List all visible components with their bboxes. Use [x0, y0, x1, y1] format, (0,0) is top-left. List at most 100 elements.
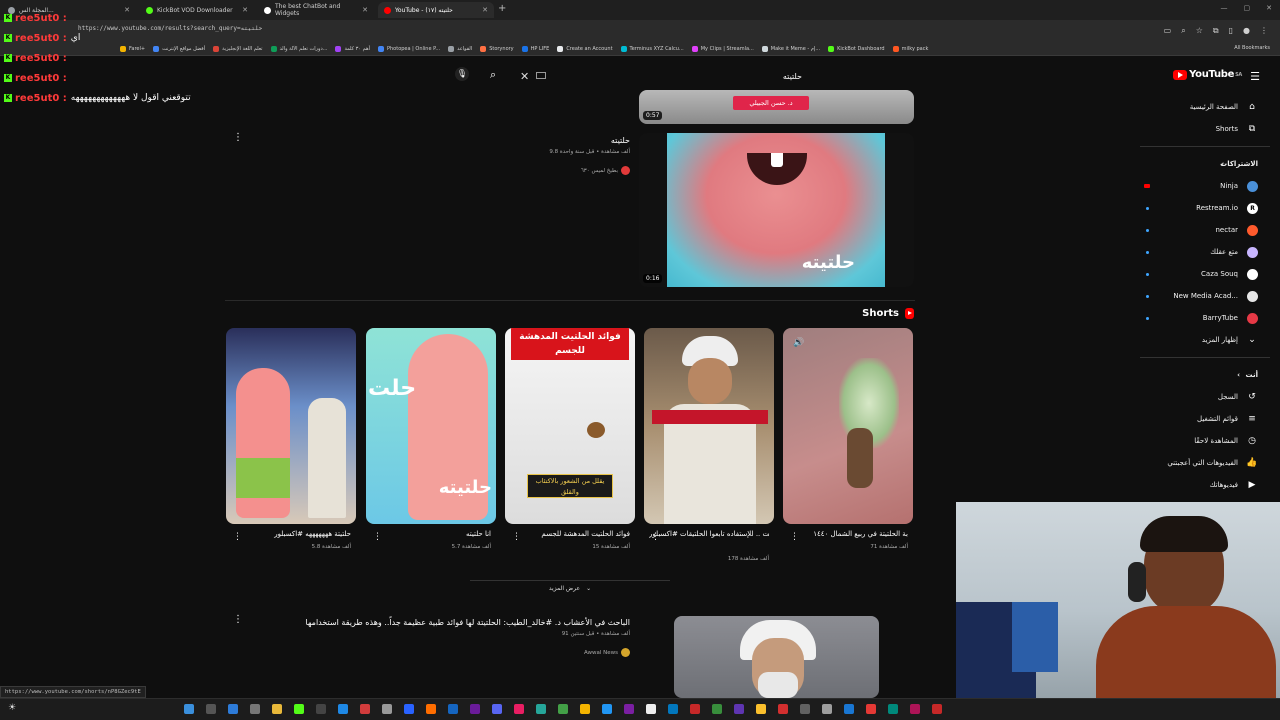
app-icon[interactable]: [778, 704, 788, 714]
sidebar-item-playlists[interactable]: قوائم التشغيل ≡: [1130, 408, 1280, 430]
video-title[interactable]: الباحث في الأعشاب د. #خالد_الطيب: الحلتي…: [306, 618, 630, 627]
app-icon[interactable]: [910, 704, 920, 714]
hamburger-menu-icon[interactable]: ☰: [1250, 70, 1260, 83]
more-options-icon[interactable]: ⋮: [373, 532, 382, 542]
sidebar-item-your-videos[interactable]: فيديوهاتك ▶: [1130, 474, 1280, 496]
new-tab-button[interactable]: +: [498, 3, 506, 14]
more-options-icon[interactable]: ⋮: [233, 132, 243, 143]
sidebar-item-shorts[interactable]: Shorts ⧉: [1130, 118, 1280, 140]
bookmark-item[interactable]: KickBot Dashboard: [828, 45, 885, 52]
app-icon[interactable]: [734, 704, 744, 714]
install-icon[interactable]: ▭: [1164, 26, 1172, 36]
bookmark-item[interactable]: My Clips | Streamla...: [691, 45, 754, 52]
maximize-icon[interactable]: ▢: [1244, 4, 1251, 12]
widgets-icon[interactable]: ☀: [8, 703, 16, 713]
more-options-icon[interactable]: ⋮: [233, 532, 242, 542]
sidebar-subscription-item[interactable]: Caza Souq: [1130, 263, 1280, 285]
more-options-icon[interactable]: ⋮: [233, 614, 243, 625]
short-title[interactable]: انا حلتيته: [371, 530, 491, 538]
bookmark-item[interactable]: Terminus XYZ Calcu...: [620, 45, 684, 52]
app-icon[interactable]: [316, 704, 326, 714]
sidebar-subscription-item[interactable]: Restream.io R: [1130, 197, 1280, 219]
app-icon[interactable]: [624, 704, 634, 714]
minimize-icon[interactable]: —: [1221, 4, 1228, 12]
sidebar-item-liked[interactable]: الفيديوهات التي أعجبتني 👍: [1130, 452, 1280, 474]
start-icon[interactable]: [184, 704, 194, 714]
sidebar-subscription-item[interactable]: Ninja: [1130, 175, 1280, 197]
explorer-icon[interactable]: [272, 704, 282, 714]
sidebar-item-history[interactable]: السجل ↺: [1130, 386, 1280, 408]
short-thumbnail[interactable]: [226, 328, 356, 524]
more-options-icon[interactable]: ⋮: [512, 532, 521, 542]
show-more-shorts-button[interactable]: عرض المزيد ⌄: [470, 580, 670, 596]
browser-menu-icon[interactable]: ⋮: [1260, 26, 1268, 36]
sidepanel-icon[interactable]: ▯: [1229, 26, 1233, 36]
app-icon[interactable]: [756, 704, 766, 714]
extensions-icon[interactable]: ⧉: [1213, 26, 1219, 36]
search-taskbar-icon[interactable]: [206, 704, 216, 714]
app-icon[interactable]: [822, 704, 832, 714]
clear-search-icon[interactable]: ✕: [520, 70, 529, 83]
channel-link[interactable]: Awwal News: [584, 648, 630, 657]
bookmark-item[interactable]: milky pack: [892, 45, 928, 52]
app-icon[interactable]: [844, 704, 854, 714]
more-options-icon[interactable]: ⋮: [651, 532, 660, 542]
app-icon[interactable]: [690, 704, 700, 714]
bookmark-item[interactable]: Photopea | Online P...: [377, 45, 440, 52]
close-window-icon[interactable]: ✕: [1266, 4, 1272, 12]
video-thumbnail[interactable]: د. حسن الجبيلي 0:57: [639, 90, 914, 124]
app-icon[interactable]: [426, 704, 436, 714]
sidebar-subscription-item[interactable]: nectar: [1130, 219, 1280, 241]
close-tab-icon[interactable]: ✕: [242, 6, 248, 14]
app-icon[interactable]: [602, 704, 612, 714]
mute-icon[interactable]: 🔊: [793, 338, 804, 348]
app-icon[interactable]: [668, 704, 678, 714]
zoom-icon[interactable]: ⌕: [1181, 26, 1185, 36]
app-icon[interactable]: [360, 704, 370, 714]
app-icon[interactable]: [646, 704, 656, 714]
app-icon[interactable]: [404, 704, 414, 714]
browser-tab-active[interactable]: YouTube - حلتيته (١٧) ✕: [378, 2, 494, 18]
close-tab-icon[interactable]: ✕: [482, 6, 488, 14]
bookmark-item[interactable]: Storynory: [480, 45, 514, 52]
search-icon[interactable]: ⌕: [490, 68, 496, 82]
sidebar-subscription-item[interactable]: New Media Acad...: [1130, 285, 1280, 307]
sidebar-show-more[interactable]: إظهار المزيد ⌄: [1130, 329, 1280, 351]
taskview-icon[interactable]: [250, 704, 260, 714]
all-bookmarks[interactable]: All Bookmarks: [1234, 45, 1270, 51]
short-thumbnail[interactable]: [644, 328, 774, 524]
short-title[interactable]: بة الحلتيتة في ربيع الشمال ١٤٤٠: [788, 530, 908, 538]
bookmark-item[interactable]: تعلم اللغة الإنجليزية: [213, 45, 263, 52]
app-icon[interactable]: [932, 704, 942, 714]
bookmark-item[interactable]: القواعد: [448, 45, 472, 52]
app-icon[interactable]: [338, 704, 348, 714]
short-thumbnail[interactable]: حلت حلتيته: [366, 328, 496, 524]
edge-icon[interactable]: [228, 704, 238, 714]
more-options-icon[interactable]: ⋮: [790, 532, 799, 542]
bookmark-star-icon[interactable]: ☆: [1196, 26, 1203, 36]
bookmark-item[interactable]: Make it Meme - إم...: [761, 45, 820, 52]
video-thumbnail[interactable]: حلتيته 0:16: [639, 133, 914, 287]
search-input[interactable]: ✕ حلتيته: [512, 66, 812, 86]
app-icon[interactable]: [558, 704, 568, 714]
app-icon[interactable]: [712, 704, 722, 714]
app-icon[interactable]: [536, 704, 546, 714]
bookmark-item[interactable]: Create an Account: [557, 45, 613, 52]
app-icon[interactable]: [800, 704, 810, 714]
kick-app-icon[interactable]: [294, 704, 304, 714]
app-icon[interactable]: [448, 704, 458, 714]
bookmark-item[interactable]: HP LIFE: [521, 45, 549, 52]
obs-icon[interactable]: [382, 704, 392, 714]
youtube-logo[interactable]: YouTube SA: [1173, 69, 1242, 80]
sidebar-item-watch-later[interactable]: المشاهدة لاحقًا ◷: [1130, 430, 1280, 452]
video-title[interactable]: حلتيته: [611, 136, 630, 145]
discord-icon[interactable]: [492, 704, 502, 714]
app-icon[interactable]: [470, 704, 480, 714]
channel-link[interactable]: بطيخ لميس ٦٣٠: [581, 166, 630, 175]
sidebar-item-home[interactable]: الصفحة الرئيسية ⌂: [1130, 96, 1280, 118]
keyboard-icon[interactable]: [536, 72, 546, 79]
sidebar-you-header[interactable]: أنت ‹: [1130, 364, 1280, 386]
close-tab-icon[interactable]: ✕: [362, 6, 368, 14]
short-title[interactable]: الحلتيت وما أدراك ماهو الحلتيت .. للإستف…: [649, 530, 769, 538]
short-title[interactable]: حلتيتة هههههههه #اكسبلور: [231, 530, 351, 538]
